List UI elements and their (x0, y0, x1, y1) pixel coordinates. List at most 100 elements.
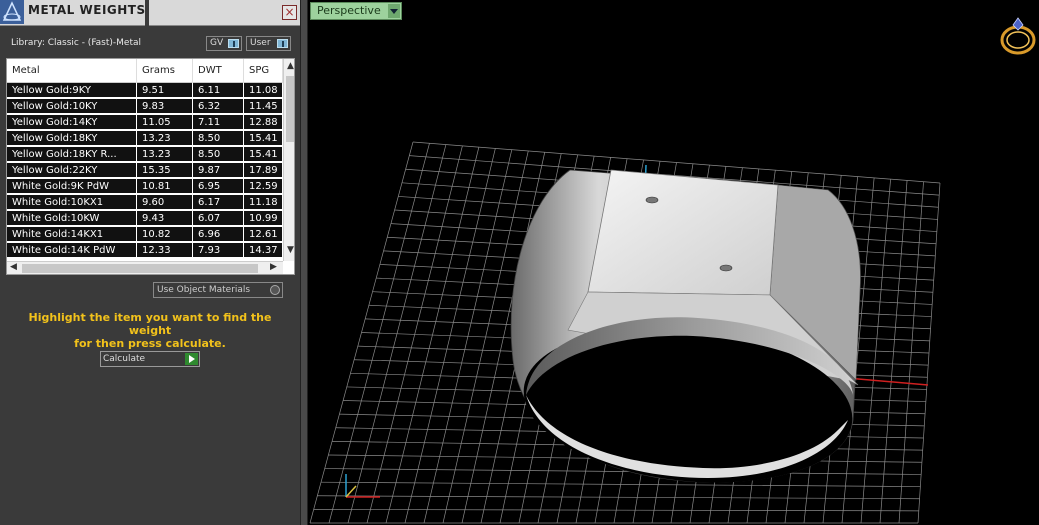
cell-metal: Yellow Gold:9KY (7, 83, 137, 98)
user-toggle-switch-icon (277, 39, 288, 48)
calculate-button[interactable]: Calculate (100, 351, 200, 367)
user-toggle[interactable]: User (246, 36, 291, 51)
cell-metal: White Gold:14K PdW (7, 243, 137, 258)
cell-dwt: 6.96 (193, 227, 244, 242)
instruction-text: Highlight the item you want to find the … (10, 311, 290, 350)
table-row[interactable]: Yellow Gold:22KY 15.35 9.87 17.89 (7, 163, 283, 178)
cell-dwt: 7.93 (193, 243, 244, 258)
scroll-up-icon[interactable]: ▲ (284, 61, 294, 71)
scroll-right-icon[interactable]: ▶ (267, 262, 280, 272)
table-row[interactable]: White Gold:10KX1 9.60 6.17 11.18 (7, 195, 283, 210)
instruction-line-2: for then press calculate. (74, 337, 226, 350)
cell-spg: 11.45 (244, 99, 283, 114)
panel-title: METAL WEIGHTS (28, 3, 146, 17)
cell-metal: White Gold:9K PdW (7, 179, 137, 194)
signet-ring-model[interactable] (510, 169, 861, 498)
cell-spg: 10.99 (244, 211, 283, 226)
cell-spg: 17.89 (244, 163, 283, 178)
cell-grams: 9.83 (137, 99, 193, 114)
app-logo-icon (0, 0, 24, 24)
cell-spg: 12.61 (244, 227, 283, 242)
user-toggle-label: User (250, 38, 271, 48)
cell-metal: Yellow Gold:10KY (7, 99, 137, 114)
gv-toggle-label: GV (210, 38, 224, 48)
column-header-spg[interactable]: SPG (244, 59, 283, 83)
table-row[interactable]: Yellow Gold:18KY R... 13.23 8.50 15.41 (7, 147, 283, 162)
cell-spg: 12.59 (244, 179, 283, 194)
cell-spg: 12.88 (244, 115, 283, 130)
cell-grams: 15.35 (137, 163, 193, 178)
panel-titlebar: METAL WEIGHTS × (0, 0, 300, 26)
cell-dwt: 7.11 (193, 115, 244, 130)
cell-dwt: 8.50 (193, 131, 244, 146)
cell-dwt: 6.07 (193, 211, 244, 226)
cell-grams: 9.51 (137, 83, 193, 98)
3d-viewport[interactable]: Perspective (308, 0, 1039, 525)
metal-table: Metal Grams DWT SPG Yellow Gold:9KY 9.51 6… (6, 58, 295, 275)
cell-dwt: 9.87 (193, 163, 244, 178)
cell-spg: 15.41 (244, 147, 283, 162)
table-row[interactable]: White Gold:14K PdW 12.33 7.93 14.37 (7, 243, 283, 258)
cell-grams: 11.05 (137, 115, 193, 130)
horizontal-scrollbar[interactable]: ◀ ▶ (7, 261, 283, 274)
cell-grams: 13.23 (137, 147, 193, 162)
scroll-down-icon[interactable]: ▼ (284, 245, 294, 255)
cell-metal: Yellow Gold:18KY R... (7, 147, 137, 162)
cell-grams: 12.33 (137, 243, 193, 258)
instruction-line-1: Highlight the item you want to find the … (28, 311, 272, 337)
close-button[interactable]: × (282, 5, 297, 20)
cell-grams: 9.43 (137, 211, 193, 226)
use-object-materials-option[interactable]: Use Object Materials (153, 282, 283, 298)
column-header-grams[interactable]: Grams (137, 59, 193, 83)
horizontal-scroll-thumb[interactable] (22, 264, 258, 273)
play-icon (185, 353, 198, 365)
ring-view-icon[interactable] (998, 16, 1038, 58)
scene-canvas[interactable] (308, 0, 1039, 525)
panel-splitter[interactable] (300, 0, 308, 525)
chevron-down-icon[interactable] (387, 4, 400, 18)
gv-toggle-switch-icon (228, 39, 239, 48)
use-object-materials-label: Use Object Materials (157, 285, 251, 295)
cell-spg: 11.08 (244, 83, 283, 98)
cell-metal: Yellow Gold:22KY (7, 163, 137, 178)
library-label: Library: Classic - (Fast)-Metal (11, 38, 142, 48)
cell-dwt: 6.32 (193, 99, 244, 114)
metal-weights-panel: METAL WEIGHTS × Library: Classic - (Fast… (0, 0, 300, 525)
cell-spg: 14.37 (244, 243, 283, 258)
table-body: Yellow Gold:9KY 9.51 6.11 11.08 Yellow Gold:… (7, 83, 283, 261)
table-row[interactable]: Yellow Gold:18KY 13.23 8.50 15.41 (7, 131, 283, 146)
table-row[interactable]: Yellow Gold:9KY 9.51 6.11 11.08 (7, 83, 283, 98)
table-header: Metal Grams DWT SPG (7, 59, 283, 83)
table-row[interactable]: White Gold:9K PdW 10.81 6.95 12.59 (7, 179, 283, 194)
calculate-label: Calculate (103, 354, 146, 364)
cell-spg: 11.18 (244, 195, 283, 210)
vertical-scroll-thumb[interactable] (286, 76, 294, 142)
cell-dwt: 6.95 (193, 179, 244, 194)
cell-metal: Yellow Gold:14KY (7, 115, 137, 130)
gv-toggle[interactable]: GV (206, 36, 242, 51)
cell-metal: Yellow Gold:18KY (7, 131, 137, 146)
table-row[interactable]: Yellow Gold:14KY 11.05 7.11 12.88 (7, 115, 283, 130)
cell-metal: White Gold:14KX1 (7, 227, 137, 242)
cell-dwt: 8.50 (193, 147, 244, 162)
cell-spg: 15.41 (244, 131, 283, 146)
titlebar-divider (145, 0, 149, 26)
vertical-scrollbar[interactable]: ▲ ▼ (283, 59, 294, 261)
view-mode-dropdown[interactable]: Perspective (310, 2, 402, 20)
table-row[interactable]: Yellow Gold:10KY 9.83 6.32 11.45 (7, 99, 283, 114)
cell-metal: White Gold:10KW (7, 211, 137, 226)
cell-grams: 9.60 (137, 195, 193, 210)
cell-grams: 10.81 (137, 179, 193, 194)
column-header-metal[interactable]: Metal (7, 59, 137, 83)
axis-gizmo (345, 474, 380, 498)
table-row[interactable]: White Gold:10KW 9.43 6.07 10.99 (7, 211, 283, 226)
cell-metal: White Gold:10KX1 (7, 195, 137, 210)
cell-dwt: 6.11 (193, 83, 244, 98)
column-header-dwt[interactable]: DWT (193, 59, 244, 83)
scroll-left-icon[interactable]: ◀ (7, 262, 20, 272)
use-object-materials-radio-icon[interactable] (270, 285, 280, 295)
cell-grams: 10.82 (137, 227, 193, 242)
view-mode-label: Perspective (317, 4, 381, 17)
cell-dwt: 6.17 (193, 195, 244, 210)
table-row[interactable]: White Gold:14KX1 10.82 6.96 12.61 (7, 227, 283, 242)
